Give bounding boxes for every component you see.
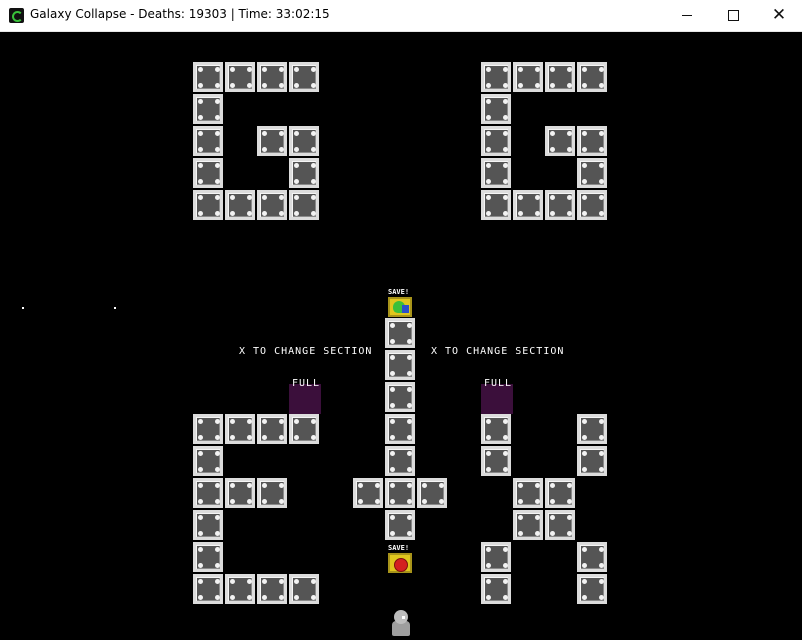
block-X [577,446,607,476]
block-G-right [577,126,607,156]
block-X [513,510,543,540]
close-button[interactable]: ✕ [756,0,802,31]
block-plus [353,478,383,508]
block-G-right [513,190,543,220]
block-plus [385,318,415,348]
block-E [225,414,255,444]
block-G-left [289,62,319,92]
full-label-left: FULL [292,378,321,389]
block-G-right [481,190,511,220]
block-G-left [193,62,223,92]
minimize-button[interactable] [664,0,710,31]
close-icon: ✕ [771,5,787,25]
block-G-right [545,126,575,156]
save-point-active[interactable] [388,297,412,317]
change-section-hint-left: X TO CHANGE SECTION [239,346,373,357]
block-E [193,478,223,508]
block-G-left [289,126,319,156]
block-E [193,510,223,540]
save-label-bottom: SAVE! [388,544,410,552]
block-G-left [289,190,319,220]
block-plus [385,446,415,476]
block-E [257,478,287,508]
star [114,307,116,309]
block-E [225,478,255,508]
block-plus [385,510,415,540]
minimize-icon [682,15,692,16]
player-character [390,610,412,636]
block-X [545,478,575,508]
block-G-left [193,126,223,156]
block-X [481,446,511,476]
block-G-left [289,158,319,188]
block-G-left [257,190,287,220]
block-X [481,414,511,444]
block-G-right [481,158,511,188]
block-G-right [577,62,607,92]
block-G-right [481,62,511,92]
block-X [481,574,511,604]
change-section-hint-right: X TO CHANGE SECTION [431,346,565,357]
block-G-left [193,94,223,124]
title-bar[interactable]: Galaxy Collapse - Deaths: 19303 | Time: … [0,0,802,32]
block-E [225,574,255,604]
block-G-right [545,190,575,220]
block-E [193,574,223,604]
block-E [193,446,223,476]
block-E [193,414,223,444]
game-window: Galaxy Collapse - Deaths: 19303 | Time: … [0,0,802,640]
full-label-right: FULL [484,378,513,389]
star [22,307,24,309]
app-icon [9,8,24,23]
block-X [545,510,575,540]
block-G-right [577,190,607,220]
window-title: Galaxy Collapse - Deaths: 19303 | Time: … [30,7,330,21]
block-G-left [257,126,287,156]
block-E [289,574,319,604]
block-plus [385,414,415,444]
block-E [257,414,287,444]
block-plus [385,382,415,412]
save-point-inactive[interactable] [388,553,412,573]
block-G-right [481,94,511,124]
block-X [513,478,543,508]
block-X [577,574,607,604]
block-X [577,414,607,444]
block-plus [417,478,447,508]
game-canvas[interactable]: X TO CHANGE SECTION X TO CHANGE SECTION … [0,32,802,640]
save-label-top: SAVE! [388,288,410,296]
block-G-left [225,62,255,92]
block-E [193,542,223,572]
block-G-left [257,62,287,92]
block-G-left [193,190,223,220]
maximize-button[interactable] [710,0,756,31]
block-X [577,542,607,572]
block-G-right [513,62,543,92]
block-X [481,542,511,572]
block-plus [385,478,415,508]
block-G-right [545,62,575,92]
block-plus [385,350,415,380]
maximize-icon [727,10,739,21]
block-G-right [481,126,511,156]
block-E [289,414,319,444]
block-G-left [225,190,255,220]
block-E [257,574,287,604]
block-G-right [577,158,607,188]
block-G-left [193,158,223,188]
